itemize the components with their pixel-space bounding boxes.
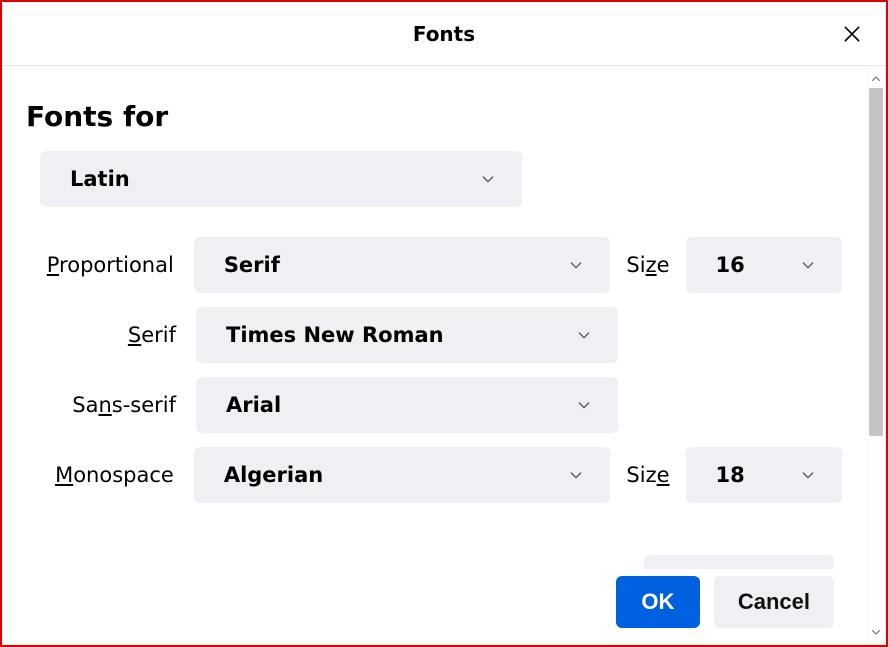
monospace-font-value: Algerian bbox=[224, 463, 323, 487]
proportional-size-value: 16 bbox=[716, 253, 745, 277]
vertical-scrollbar[interactable] bbox=[866, 66, 886, 645]
sans-serif-row: Sans-serif Arial bbox=[26, 377, 842, 433]
sans-serif-font-select[interactable]: Arial bbox=[196, 377, 618, 433]
title-bar: Fonts bbox=[2, 2, 886, 66]
sans-serif-font-value: Arial bbox=[226, 393, 281, 417]
language-value: Latin bbox=[70, 167, 130, 191]
serif-font-value: Times New Roman bbox=[226, 323, 444, 347]
monospace-label: Monospace bbox=[26, 463, 184, 487]
proportional-font-select[interactable]: Serif bbox=[194, 237, 611, 293]
close-button[interactable] bbox=[832, 14, 872, 54]
proportional-row: Proportional Serif Size 16 bbox=[26, 237, 842, 293]
chevron-down-icon bbox=[476, 167, 500, 191]
monospace-size-label: Size bbox=[626, 463, 669, 487]
scroll-up-arrow-icon[interactable] bbox=[867, 70, 885, 88]
monospace-size-select[interactable]: 18 bbox=[686, 447, 842, 503]
scroll-down-arrow-icon[interactable] bbox=[867, 623, 885, 641]
serif-font-select[interactable]: Times New Roman bbox=[196, 307, 618, 363]
monospace-row: Monospace Algerian Size 18 bbox=[26, 447, 842, 503]
chevron-down-icon bbox=[564, 463, 588, 487]
close-icon bbox=[842, 24, 862, 44]
section-heading: Fonts for bbox=[26, 100, 842, 133]
scrollbar-thumb[interactable] bbox=[869, 88, 883, 436]
language-select[interactable]: Latin bbox=[40, 151, 522, 207]
chevron-down-icon bbox=[796, 463, 820, 487]
chevron-down-icon bbox=[572, 323, 596, 347]
chevron-down-icon bbox=[564, 253, 588, 277]
serif-row: Serif Times New Roman bbox=[26, 307, 842, 363]
serif-label: Serif bbox=[26, 323, 186, 347]
proportional-font-value: Serif bbox=[224, 253, 280, 277]
proportional-size-label: Size bbox=[626, 253, 669, 277]
ok-button[interactable]: OK bbox=[616, 576, 700, 628]
scrollbar-track[interactable] bbox=[869, 88, 883, 623]
dialog-footer: OK Cancel bbox=[4, 561, 864, 643]
proportional-label: Proportional bbox=[26, 253, 184, 277]
fonts-dialog: Fonts Fonts for Latin Proportional bbox=[0, 0, 888, 647]
chevron-down-icon bbox=[796, 253, 820, 277]
sans-serif-label: Sans-serif bbox=[26, 393, 186, 417]
dialog-title: Fonts bbox=[413, 22, 475, 46]
monospace-font-select[interactable]: Algerian bbox=[194, 447, 611, 503]
monospace-size-value: 18 bbox=[716, 463, 745, 487]
chevron-down-icon bbox=[572, 393, 596, 417]
proportional-size-select[interactable]: 16 bbox=[686, 237, 842, 293]
cancel-button[interactable]: Cancel bbox=[714, 576, 834, 628]
language-row: Latin bbox=[26, 151, 842, 207]
